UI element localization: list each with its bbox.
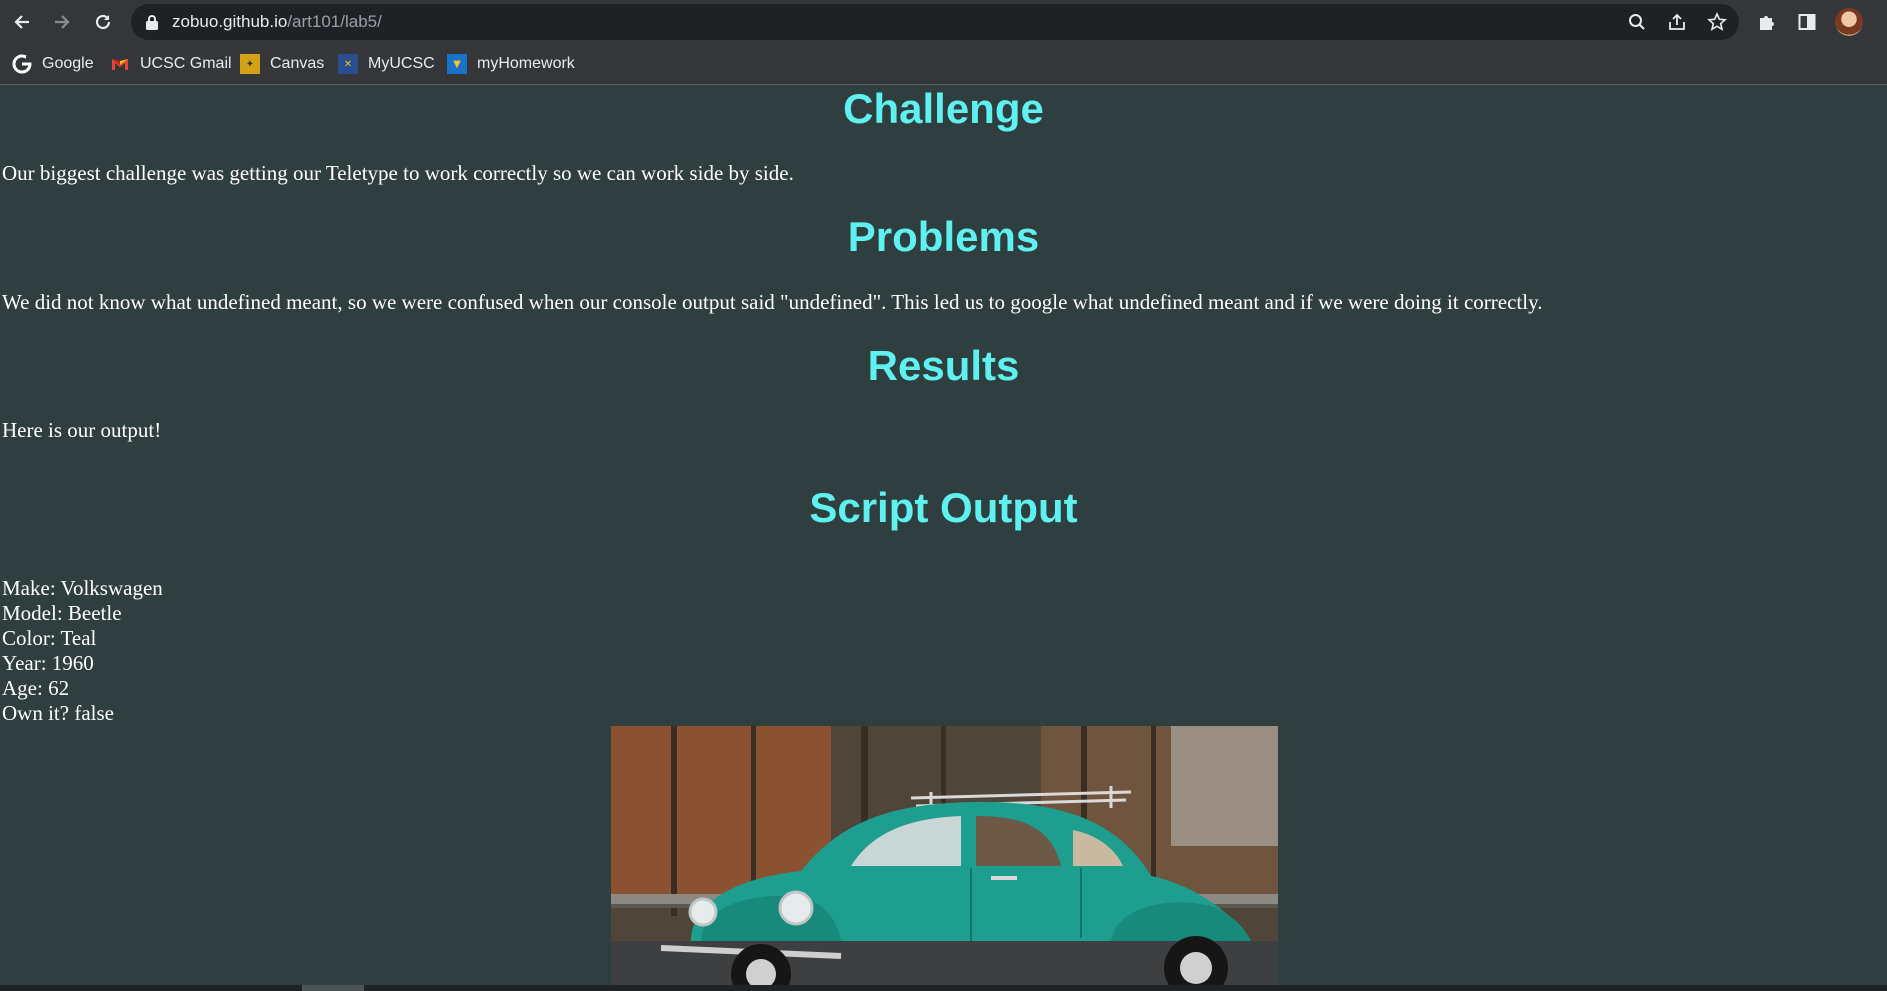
browser-toolbar: zobuo.github.io/art101/lab5/: [0, 0, 1887, 44]
bookmark-label: Canvas: [270, 55, 325, 72]
side-panel-icon: [1798, 14, 1816, 30]
bookmark-label: UCSC Gmail: [140, 55, 232, 72]
output-line-age: Age: 62: [2, 676, 70, 700]
bookmark-label: Google: [42, 55, 94, 72]
bookmark-label: myHomework: [477, 55, 575, 72]
scrollbar-thumb[interactable]: [302, 985, 364, 991]
profile-avatar[interactable]: [1835, 8, 1863, 36]
problems-heading: Problems: [847, 213, 1040, 260]
problems-text: We did not know what undefined meant, so…: [2, 290, 1543, 314]
page-content: Challenge Our biggest challenge was gett…: [0, 85, 1887, 991]
extensions-button[interactable]: [1754, 9, 1780, 35]
star-icon: [1707, 12, 1727, 31]
output-line-model: Model: Beetle: [2, 601, 122, 625]
url-host: zobuo.github.io: [172, 12, 288, 31]
results-text: Here is our output!: [2, 418, 162, 442]
address-bar[interactable]: zobuo.github.io/art101/lab5/: [131, 4, 1739, 40]
bookmarks-bar: Google UCSC Gmail ✦ Canvas ✕ MyUCSC ▼ my…: [0, 44, 1887, 85]
volkswagen-beetle-image: [611, 726, 1278, 991]
horizontal-scrollbar[interactable]: [0, 985, 1887, 991]
output-line-color: Color: Teal: [2, 626, 97, 650]
share-button[interactable]: [1667, 12, 1687, 32]
challenge-text: Our biggest challenge was getting our Te…: [2, 161, 794, 185]
arrow-right-icon: [55, 15, 70, 29]
bookmark-myhomework[interactable]: ▼ myHomework: [447, 52, 575, 76]
lock-icon[interactable]: [145, 14, 159, 30]
bookmark-canvas[interactable]: ✦ Canvas: [240, 52, 324, 76]
car-photo: [611, 726, 1278, 991]
side-panel-button[interactable]: [1794, 9, 1820, 35]
bookmark-google[interactable]: Google: [12, 52, 94, 76]
url-text[interactable]: zobuo.github.io/art101/lab5/: [172, 12, 382, 32]
bookmark-myucsc[interactable]: ✕ MyUCSC: [338, 52, 435, 76]
arrow-left-icon: [14, 15, 29, 29]
results-heading: Results: [867, 342, 1020, 389]
myhomework-icon: ▼: [447, 54, 467, 74]
challenge-heading: Challenge: [843, 85, 1044, 132]
zoom-button[interactable]: [1627, 12, 1647, 32]
back-button[interactable]: [8, 8, 36, 36]
forward-button[interactable]: [48, 8, 76, 36]
gmail-icon: [110, 54, 130, 74]
bookmark-star-button[interactable]: [1707, 12, 1727, 32]
reload-button[interactable]: [89, 8, 117, 36]
script-output-heading: Script Output: [809, 484, 1078, 531]
google-icon: [12, 54, 32, 74]
reload-icon: [95, 14, 111, 30]
puzzle-icon: [1760, 16, 1774, 30]
bookmark-label: MyUCSC: [368, 55, 435, 72]
canvas-icon: ✦: [240, 54, 260, 74]
output-line-make: Make: Volkswagen: [2, 576, 163, 600]
zoom-icon: [1629, 14, 1645, 30]
output-line-year: Year: 1960: [2, 651, 94, 675]
url-path: /art101/lab5/: [287, 12, 382, 31]
output-line-own: Own it? false: [2, 701, 114, 725]
bookmark-ucsc-gmail[interactable]: UCSC Gmail: [110, 52, 232, 76]
share-icon: [1669, 13, 1685, 30]
myucsc-icon: ✕: [338, 54, 358, 74]
